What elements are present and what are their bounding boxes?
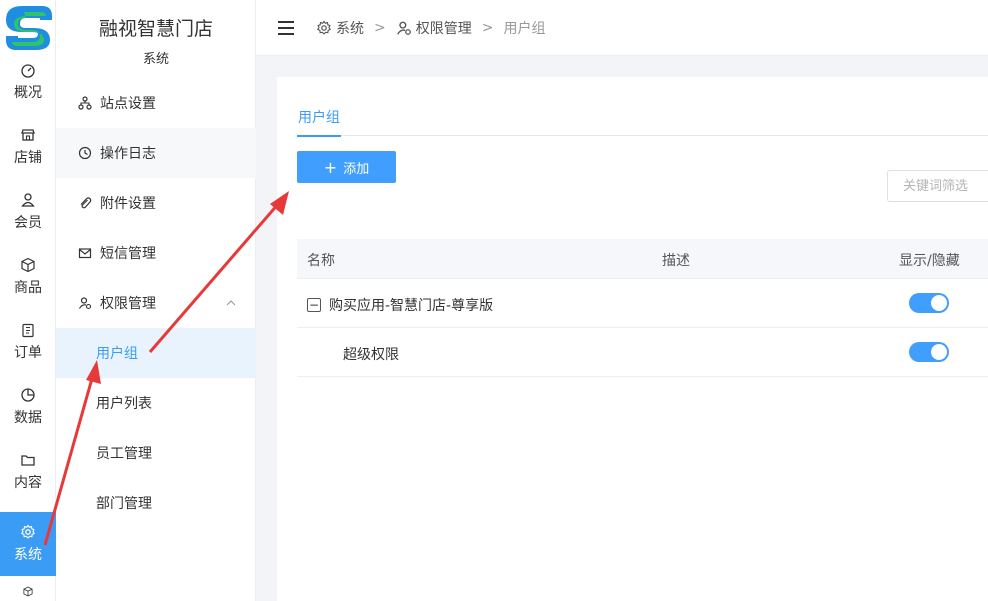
brand-title: 融视智慧门店 [98, 18, 213, 40]
table-header: 名称 描述 显示/隐藏 [297, 239, 988, 279]
add-button-label: 添加 [343, 161, 370, 177]
box-icon [21, 257, 35, 273]
logo-icon [6, 6, 52, 50]
column-header-description: 描述 [662, 253, 690, 269]
secondary-sidebar: 融视智慧门店 系统 站点设置 操作日志 附件设置 短信管理 权限管理 用户组 用… [56, 0, 256, 601]
user-group-table: 名称 描述 显示/隐藏 − 购买应用-智慧门店-尊享版 超级权限 [297, 239, 988, 377]
sidebar-item-label: 操作日志 [100, 146, 156, 162]
sidebar-item-site-settings[interactable]: 站点设置 [56, 78, 256, 128]
sidebar-subitem-staff[interactable]: 员工管理 [56, 428, 256, 478]
rail-label: 会员 [14, 215, 42, 231]
paperclip-icon [80, 197, 92, 209]
sidebar-subitem-label: 部门管理 [96, 496, 152, 512]
row-name-cell: − 购买应用-智慧门店-尊享版 [307, 295, 493, 315]
gear-icon [20, 524, 36, 539]
clipboard-icon [22, 323, 34, 338]
rail-item-more[interactable] [0, 578, 56, 601]
row-name: 购买应用-智慧门店-尊享版 [329, 298, 494, 314]
rail-label: 系统 [14, 547, 42, 563]
sidebar-subitem-department[interactable]: 部门管理 [56, 478, 256, 528]
rail-item-store[interactable]: 店铺 [0, 115, 56, 179]
rail-label: 店铺 [14, 150, 42, 166]
rail-label: 订单 [14, 345, 42, 361]
section-label: 系统 [56, 48, 256, 67]
rail-label: 概况 [14, 85, 42, 101]
keyword-filter-input[interactable] [887, 170, 988, 202]
table-row: 超级权限 [297, 328, 988, 377]
content-card: 用户组 + 添加 名称 描述 显示/隐藏 − 购买应用-智慧门店-尊享版 超级权… [277, 77, 988, 601]
menu-toggle-icon[interactable] [278, 20, 296, 35]
breadcrumb-system[interactable]: 系统 [336, 18, 364, 38]
collapse-icon[interactable]: − [307, 298, 321, 312]
sidebar-item-operation-log[interactable]: 操作日志 [56, 128, 256, 178]
visibility-toggle[interactable] [909, 342, 949, 362]
sidebar-item-label: 站点设置 [100, 96, 156, 112]
store-icon [21, 129, 35, 141]
rail-item-overview[interactable]: 概况 [0, 50, 56, 114]
rail-item-content[interactable]: 内容 [0, 440, 56, 504]
rail-label: 内容 [14, 475, 42, 491]
column-header-name: 名称 [307, 253, 335, 269]
user-lock-icon [78, 297, 92, 310]
sitemap-icon [78, 96, 92, 110]
gauge-icon [21, 64, 35, 78]
sidebar-item-permission[interactable]: 权限管理 [56, 278, 256, 328]
breadcrumb-permission[interactable]: 权限管理 [416, 18, 472, 38]
sidebar-item-label: 附件设置 [100, 196, 156, 212]
sidebar-item-sms[interactable]: 短信管理 [56, 228, 256, 278]
breadcrumb-separator: > [374, 19, 386, 36]
rail-item-data[interactable]: 数据 [0, 375, 56, 439]
top-header: 系统 > 权限管理 > 用户组 [256, 0, 988, 56]
rail-item-member[interactable]: 会员 [0, 180, 56, 244]
plus-icon: + [323, 157, 338, 177]
rail-label: 商品 [14, 280, 42, 296]
history-icon [78, 146, 92, 160]
sidebar-item-attachment-settings[interactable]: 附件设置 [56, 178, 256, 228]
sidebar-subitem-label: 员工管理 [96, 446, 152, 462]
gear-icon [316, 20, 332, 35]
row-name-cell: 超级权限 [343, 344, 399, 364]
breadcrumb: 系统 > 权限管理 > 用户组 [316, 18, 545, 38]
mail-icon [78, 248, 92, 259]
chevron-up-icon[interactable] [226, 298, 236, 308]
tab-bar: 用户组 [297, 105, 988, 137]
user-lock-icon [396, 21, 411, 35]
add-button[interactable]: + 添加 [297, 151, 396, 183]
sidebar-item-label: 权限管理 [100, 296, 156, 312]
pie-chart-icon [21, 388, 35, 402]
breadcrumb-current: 用户组 [503, 20, 546, 37]
rail-item-product[interactable]: 商品 [0, 245, 56, 309]
sidebar-subitem-user-list[interactable]: 用户列表 [56, 378, 256, 428]
sidebar-subitem-label: 用户组 [96, 346, 138, 362]
cube-icon [23, 586, 33, 597]
rail-label: 数据 [14, 410, 42, 426]
rail-item-order[interactable]: 订单 [0, 310, 56, 374]
sidebar-subitem-user-group[interactable]: 用户组 [56, 328, 256, 378]
rail-item-system[interactable]: 系统 [0, 512, 56, 576]
sidebar-subitem-label: 用户列表 [96, 396, 152, 412]
folder-icon [21, 455, 35, 466]
sidebar-item-label: 短信管理 [100, 246, 156, 262]
tab-user-group[interactable]: 用户组 [297, 107, 341, 137]
user-icon [21, 193, 35, 207]
row-name: 超级权限 [343, 347, 399, 363]
visibility-toggle[interactable] [909, 293, 949, 313]
column-header-visibility: 显示/隐藏 [899, 253, 960, 269]
breadcrumb-separator: > [481, 19, 494, 36]
table-row: − 购买应用-智慧门店-尊享版 [297, 279, 988, 328]
icon-rail: 概况 店铺 会员 商品 订单 数据 内容 系统 [0, 0, 56, 601]
